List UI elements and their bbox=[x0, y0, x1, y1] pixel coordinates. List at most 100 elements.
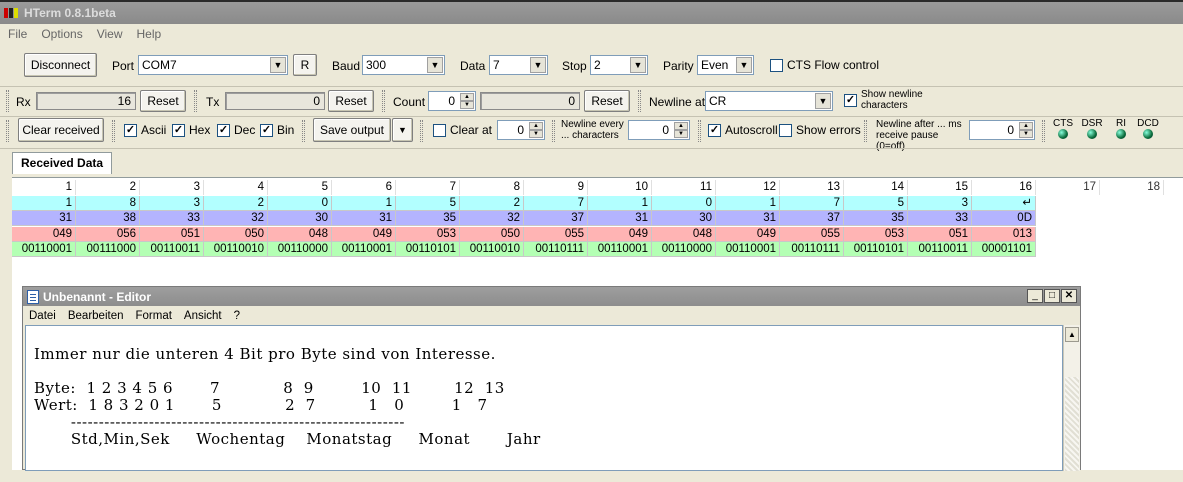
newline-every-value: 0 bbox=[662, 123, 669, 137]
scroll-up-icon[interactable]: ▲ bbox=[1065, 327, 1079, 342]
dcd-led: DCD bbox=[1136, 118, 1160, 142]
count-reset-button[interactable]: Reset bbox=[584, 90, 630, 112]
toolbar-grip[interactable] bbox=[6, 120, 9, 142]
editor-menu-ansicht[interactable]: Ansicht bbox=[184, 310, 222, 322]
bin-cell: 00110101 bbox=[396, 242, 460, 257]
ascii-checkbox[interactable]: ✓ Ascii bbox=[124, 123, 166, 137]
menu-view[interactable]: View bbox=[97, 27, 123, 41]
header-cell: 8 bbox=[460, 180, 524, 195]
clear-at-value: 0 bbox=[517, 123, 524, 137]
header-cell: 13 bbox=[780, 180, 844, 195]
checkbox-box: ✓ bbox=[708, 123, 721, 137]
menu-help[interactable]: Help bbox=[137, 27, 162, 41]
editor-line: Byte: 1 2 3 4 5 6 7 8 9 10 11 12 13 bbox=[34, 379, 505, 397]
data-bits-select[interactable]: 7 ▼ bbox=[489, 55, 548, 75]
bin-checkbox[interactable]: ✓ Bin bbox=[260, 123, 294, 137]
parity-value: Even bbox=[701, 58, 729, 72]
show-newline-checkbox[interactable]: ✓ Show newline characters bbox=[844, 89, 925, 111]
close-icon[interactable]: ✕ bbox=[1061, 289, 1077, 303]
clear-at-checkbox[interactable]: Clear at bbox=[433, 123, 492, 137]
parity-select[interactable]: Even ▼ bbox=[697, 55, 754, 75]
maximize-icon[interactable]: □ bbox=[1044, 289, 1060, 303]
ascii-cell: ↵ bbox=[972, 195, 1036, 211]
autoscroll-checkbox[interactable]: ✓ Autoscroll bbox=[708, 123, 778, 137]
header-cell: 4 bbox=[204, 180, 268, 195]
toolbar-grip[interactable] bbox=[194, 90, 197, 112]
hex-checkbox[interactable]: ✓ Hex bbox=[172, 123, 210, 137]
menu-file[interactable]: File bbox=[8, 27, 27, 41]
toolbar-grip[interactable] bbox=[302, 120, 305, 142]
scroll-track[interactable] bbox=[1065, 377, 1079, 471]
stop-label: Stop bbox=[562, 59, 587, 73]
bin-cell: 00110010 bbox=[460, 242, 524, 257]
editor-menu-help[interactable]: ? bbox=[234, 310, 240, 322]
cts-flow-control-checkbox[interactable]: CTS Flow control bbox=[770, 58, 879, 72]
toolbar-grip[interactable] bbox=[552, 120, 555, 142]
toolbar-grip[interactable] bbox=[1042, 120, 1045, 142]
editor-menu-datei[interactable]: Datei bbox=[29, 310, 56, 322]
toolbar-divider bbox=[0, 116, 1183, 117]
menu-options[interactable]: Options bbox=[41, 27, 82, 41]
ascii-cell: 8 bbox=[76, 195, 140, 211]
disconnect-button[interactable]: Disconnect bbox=[24, 53, 97, 77]
spinner-arrows-icon[interactable]: ▲ ▼ bbox=[674, 122, 688, 138]
bin-cell: 00110001 bbox=[332, 242, 396, 257]
clear-received-button[interactable]: Clear received bbox=[18, 118, 104, 142]
spinner-arrows-icon[interactable]: ▲ ▼ bbox=[460, 93, 474, 109]
tab-received-data[interactable]: Received Data bbox=[12, 152, 112, 174]
editor-menu-bar: Datei Bearbeiten Format Ansicht ? bbox=[23, 307, 1080, 325]
editor-menu-format[interactable]: Format bbox=[135, 310, 171, 322]
toolbar-grip[interactable] bbox=[382, 90, 385, 112]
newline-every-label: Newline every ... characters bbox=[561, 119, 624, 141]
editor-menu-bearbeiten[interactable]: Bearbeiten bbox=[68, 310, 124, 322]
dec-cell: 050 bbox=[460, 226, 524, 242]
stop-bits-value: 2 bbox=[594, 58, 601, 72]
toolbar-divider bbox=[0, 86, 1183, 87]
bin-cell: 00111000 bbox=[76, 242, 140, 257]
header-cell: 1 bbox=[12, 180, 76, 195]
ascii-cell: 1 bbox=[332, 195, 396, 211]
toolbar-grip[interactable] bbox=[420, 120, 423, 142]
stop-bits-select[interactable]: 2 ▼ bbox=[590, 55, 648, 75]
ascii-cell: 3 bbox=[140, 195, 204, 211]
hex-cell: 0D bbox=[972, 211, 1036, 226]
cts-led: CTS bbox=[1052, 118, 1074, 142]
tx-reset-button[interactable]: Reset bbox=[328, 90, 374, 112]
ascii-cell: 0 bbox=[652, 195, 716, 211]
newline-after-spinner[interactable]: 0 ▲ ▼ bbox=[969, 120, 1035, 140]
toolbar-grip[interactable] bbox=[864, 120, 867, 142]
save-output-button[interactable]: Save output bbox=[313, 118, 391, 142]
dec-checkbox[interactable]: ✓ Dec bbox=[217, 123, 255, 137]
count-spinner-value: 0 bbox=[448, 94, 455, 108]
dec-cell: 048 bbox=[652, 226, 716, 242]
editor-title: Unbenannt - Editor bbox=[43, 289, 151, 304]
port-select[interactable]: COM7 ▼ bbox=[138, 55, 288, 75]
spinner-arrows-icon[interactable]: ▲ ▼ bbox=[1019, 122, 1033, 138]
count-spinner[interactable]: 0 ▲ ▼ bbox=[428, 91, 476, 111]
ascii-cell: 2 bbox=[460, 195, 524, 211]
header-cell: 10 bbox=[588, 180, 652, 195]
toolbar-grip[interactable] bbox=[6, 90, 9, 112]
minimize-icon[interactable]: _ bbox=[1027, 289, 1043, 303]
rx-label: Rx bbox=[16, 95, 31, 109]
toolbar-grip[interactable] bbox=[638, 90, 641, 112]
spinner-arrows-icon[interactable]: ▲ ▼ bbox=[529, 122, 543, 138]
editor-line: Std,Min,Sek Wochentag Monatstag Monat Ja… bbox=[34, 430, 541, 448]
rx-reset-button[interactable]: Reset bbox=[140, 90, 186, 112]
title-bar: HTerm 0.8.1beta bbox=[0, 0, 1183, 24]
newline-every-spinner[interactable]: 0 ▲ ▼ bbox=[628, 120, 690, 140]
led-icon bbox=[1087, 129, 1097, 139]
chevron-down-icon: ▼ bbox=[530, 57, 546, 73]
refresh-ports-button[interactable]: R bbox=[293, 54, 317, 76]
show-errors-checkbox[interactable]: Show errors bbox=[779, 123, 861, 137]
toolbar-grip[interactable] bbox=[112, 120, 115, 142]
clear-at-spinner[interactable]: 0 ▲ ▼ bbox=[497, 120, 545, 140]
dec-cell: 055 bbox=[780, 226, 844, 242]
newline-at-select[interactable]: CR ▼ bbox=[705, 91, 833, 111]
save-output-dropdown-icon[interactable]: ▼ bbox=[392, 118, 413, 142]
baud-select[interactable]: 300 ▼ bbox=[362, 55, 445, 75]
toolbar-grip[interactable] bbox=[698, 120, 701, 142]
editor-text-area[interactable]: Immer nur die unteren 4 Bit pro Byte sin… bbox=[25, 325, 1063, 471]
editor-scrollbar[interactable]: ▲ bbox=[1063, 325, 1080, 471]
dsr-led-label: DSR bbox=[1081, 118, 1103, 129]
